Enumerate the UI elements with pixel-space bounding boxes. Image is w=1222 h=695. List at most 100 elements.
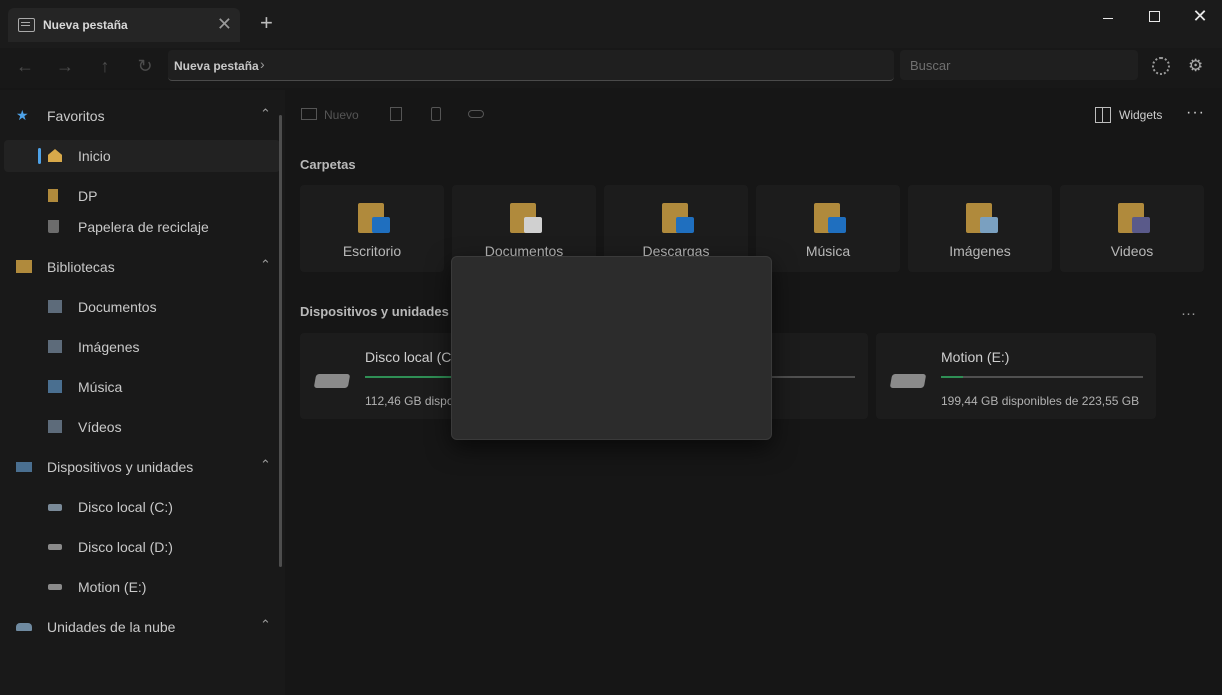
new-button[interactable]: Nuevo: [324, 108, 359, 122]
drive-name: Disco local (C:): [365, 349, 460, 365]
sidebar-section-libraries[interactable]: Bibliotecas ⌃: [4, 251, 274, 283]
more-options-button[interactable]: ···: [1186, 104, 1205, 122]
sidebar-section-cloud[interactable]: Unidades de la nube ⌃: [4, 611, 274, 643]
sidebar-item-label: Música: [78, 379, 123, 395]
tab-close-button[interactable]: ✕: [217, 14, 232, 35]
sidebar-item-label: DP: [78, 188, 98, 204]
sidebar-item-motion-e[interactable]: Motion (E:): [4, 571, 274, 603]
sidebar-item-imagenes[interactable]: Imágenes: [4, 331, 274, 363]
sidebar-item-label: Papelera de reciclaje: [78, 219, 209, 235]
breadcrumb-item[interactable]: Nueva pestaña: [174, 59, 259, 73]
sidebar-item-dp[interactable]: DP: [4, 180, 274, 212]
widgets-icon[interactable]: [1095, 107, 1111, 123]
downloads-folder-icon: [662, 203, 694, 233]
minimize-button[interactable]: [1088, 6, 1128, 28]
folders-section-title: Carpetas: [300, 157, 356, 172]
documents-library-icon: [48, 300, 62, 313]
sync-status-icon[interactable]: [1152, 57, 1170, 75]
loading-dialog: [451, 256, 772, 440]
drive-icon: [889, 374, 927, 388]
folder-card[interactable]: Escritorio: [300, 185, 444, 272]
folder-badge-icon: [372, 217, 390, 233]
folder-label: Videos: [1110, 243, 1154, 259]
maximize-button[interactable]: [1134, 6, 1174, 28]
chevron-up-icon[interactable]: ⌃: [260, 457, 271, 473]
home-icon: [48, 149, 62, 162]
drive-usage-bar: [941, 376, 1143, 378]
sidebar-item-videos[interactable]: Vídeos: [4, 411, 274, 443]
devices-more-button[interactable]: ···: [1181, 305, 1196, 322]
copy-icon[interactable]: [431, 107, 441, 121]
new-item-icon: [301, 108, 317, 120]
sidebar-section-devices[interactable]: Dispositivos y unidades ⌃: [4, 451, 274, 483]
sidebar-item-label: Vídeos: [78, 419, 122, 435]
music-folder-icon: [814, 203, 846, 233]
widgets-button[interactable]: Widgets: [1119, 108, 1162, 122]
sidebar-item-label: Disco local (C:): [78, 499, 173, 515]
sidebar-item-label: Disco local (D:): [78, 539, 173, 555]
maximize-icon: [1148, 11, 1160, 22]
drive-icon: [48, 584, 62, 590]
sidebar-section-label: Dispositivos y unidades: [47, 459, 194, 475]
sidebar-item-disco-d[interactable]: Disco local (D:): [4, 531, 274, 563]
chevron-up-icon[interactable]: ⌃: [260, 257, 271, 273]
sidebar-section-label: Bibliotecas: [47, 259, 115, 275]
recycle-bin-icon: [48, 220, 59, 233]
new-tab-button[interactable]: +: [260, 12, 273, 34]
tab-label: Nueva pestaña: [43, 18, 128, 32]
sidebar-item-recycle-bin[interactable]: Papelera de reciclaje: [4, 211, 274, 243]
tab-nueva-pestana[interactable]: Nueva pestaña ✕: [8, 8, 240, 42]
sidebar-item-label: Motion (E:): [78, 579, 147, 595]
sidebar: ★ Favoritos ⌃ Inicio DP Papelera de reci…: [0, 90, 285, 695]
sidebar-item-musica[interactable]: Música: [4, 371, 274, 403]
folder-badge-icon: [1132, 217, 1150, 233]
sidebar-item-label: Inicio: [78, 148, 111, 164]
folder-label: Escritorio: [342, 243, 402, 259]
drive-space-text: 199,44 GB disponibles de 223,55 GB: [941, 394, 1140, 408]
sidebar-section-label: Unidades de la nube: [47, 619, 176, 635]
chevron-up-icon[interactable]: ⌃: [260, 617, 271, 633]
drive-card[interactable]: Motion (E:) 199,44 GB disponibles de 223,…: [876, 333, 1156, 419]
folder-card[interactable]: Música: [756, 185, 900, 272]
drive-icon: [48, 544, 62, 550]
folder-card[interactable]: Videos: [1060, 185, 1204, 272]
folder-badge-icon: [676, 217, 694, 233]
breadcrumb-chevron-icon: ›: [260, 56, 265, 72]
folder-card[interactable]: Imágenes: [908, 185, 1052, 272]
up-button[interactable]: ↑: [95, 56, 115, 76]
sidebar-section-label: Favoritos: [47, 108, 105, 124]
settings-gear-icon[interactable]: ⚙: [1188, 56, 1203, 76]
pictures-folder-icon: [966, 203, 998, 233]
forward-button[interactable]: →: [55, 56, 75, 76]
videos-folder-icon: [1118, 203, 1150, 233]
chevron-up-icon[interactable]: ⌃: [260, 106, 271, 122]
desktop-folder-icon: [358, 203, 390, 233]
devices-icon: [16, 462, 32, 472]
sidebar-scrollbar[interactable]: [279, 115, 282, 567]
paste-icon[interactable]: [390, 107, 402, 121]
close-window-button[interactable]: ✕: [1180, 6, 1220, 28]
sidebar-item-documentos[interactable]: Documentos: [4, 291, 274, 323]
sidebar-item-disco-c[interactable]: Disco local (C:): [4, 491, 274, 523]
link-icon[interactable]: [468, 110, 484, 118]
libraries-icon: [16, 260, 32, 273]
videos-library-icon: [48, 420, 62, 433]
back-button[interactable]: ←: [15, 56, 35, 76]
star-icon: ★: [16, 107, 29, 123]
folder-label: Imágenes: [949, 243, 1011, 259]
folder-badge-icon: [980, 217, 998, 233]
sidebar-item-inicio[interactable]: Inicio: [4, 140, 280, 172]
address-bar[interactable]: Nueva pestaña ›: [168, 50, 894, 81]
minimize-icon: [1103, 18, 1113, 19]
search-input[interactable]: [900, 50, 1138, 80]
cloud-drive-icon: [16, 623, 32, 631]
refresh-button[interactable]: ↻: [135, 56, 155, 76]
drive-name: Motion (E:): [941, 349, 1010, 365]
folder-label: Música: [805, 243, 851, 259]
devices-section-title: Dispositivos y unidades: [300, 304, 449, 319]
tab-page-icon: [18, 18, 35, 32]
sidebar-section-favorites[interactable]: ★ Favoritos ⌃: [4, 100, 274, 132]
sidebar-item-label: Documentos: [78, 299, 157, 315]
documents-folder-icon: [510, 203, 542, 233]
drive-usage-fill: [941, 376, 964, 378]
